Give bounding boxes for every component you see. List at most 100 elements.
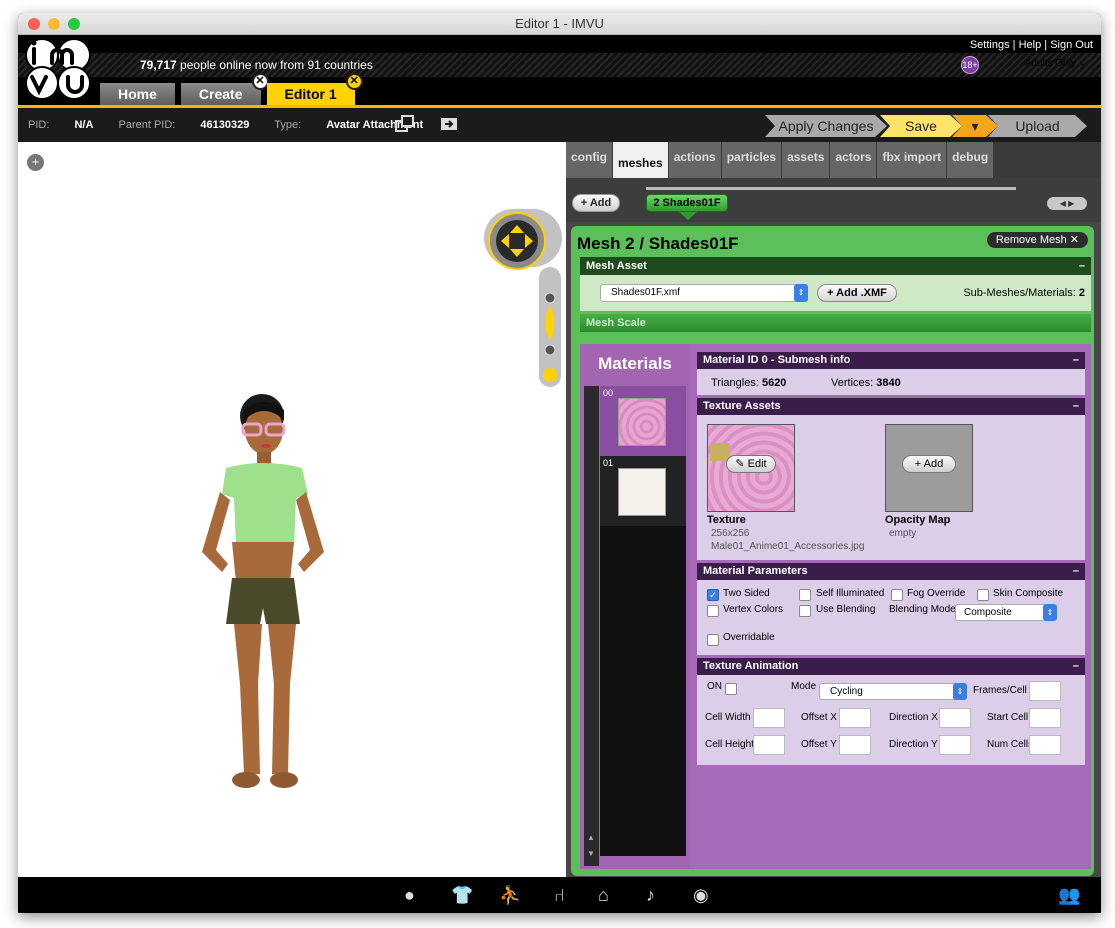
settings-link[interactable]: Settings bbox=[970, 39, 1010, 51]
editor-right-panel: config meshes actions particles assets a… bbox=[566, 142, 1101, 877]
materials-scrollbar[interactable]: ▲ ▼ bbox=[584, 386, 599, 866]
tab-config[interactable]: config bbox=[566, 142, 613, 178]
submeshes-count: Sub-Meshes/Materials: 2 bbox=[963, 287, 1085, 299]
avatar-viewport[interactable]: + bbox=[18, 142, 566, 877]
num-cells-input[interactable] bbox=[1029, 735, 1061, 755]
two-sided-checkbox[interactable]: ✓ bbox=[707, 589, 719, 601]
apply-changes-button[interactable]: Apply Changes bbox=[765, 115, 887, 137]
mesh-scrollbar[interactable] bbox=[646, 187, 1016, 190]
adults-only-dropdown[interactable]: 18+ Adults Only ⌄ bbox=[953, 56, 1093, 74]
mesh-title: Mesh 2 / Shades01F bbox=[577, 234, 739, 253]
cell-height-input[interactable] bbox=[753, 735, 785, 755]
collapse-icon[interactable]: – bbox=[1073, 352, 1079, 369]
chair-icon[interactable]: ⑁ bbox=[554, 886, 565, 904]
mesh-asset-header[interactable]: Mesh Asset – bbox=[580, 257, 1091, 275]
direction-y-input[interactable] bbox=[939, 735, 971, 755]
imvu-logo-icon[interactable] bbox=[22, 37, 96, 101]
materials-list: Materials ▲ ▼ 00 01 bbox=[580, 344, 690, 869]
overridable-checkbox[interactable] bbox=[707, 634, 719, 646]
zoom-plus-icon[interactable]: + bbox=[27, 154, 44, 171]
skin-composite-checkbox[interactable] bbox=[977, 589, 989, 601]
offset-y-input[interactable] bbox=[839, 735, 871, 755]
people-icon[interactable]: 👥 bbox=[1058, 886, 1080, 904]
scroll-down-icon[interactable]: ▼ bbox=[587, 849, 595, 858]
music-icon[interactable]: ♪ bbox=[646, 886, 655, 904]
camera-icon[interactable]: ◉ bbox=[693, 886, 709, 904]
help-link[interactable]: Help bbox=[1019, 39, 1042, 51]
mesh-scale-header[interactable]: Mesh Scale bbox=[580, 314, 1091, 332]
scroll-up-icon[interactable]: ▲ bbox=[587, 833, 595, 842]
collapse-icon[interactable]: – bbox=[1073, 658, 1079, 675]
cell-width-input[interactable] bbox=[753, 708, 785, 728]
chat-bubble-icon[interactable]: ● bbox=[404, 886, 415, 904]
parent-pid-value: 46130329 bbox=[200, 119, 250, 131]
submesh-info-body: Triangles: 5620 Vertices: 3840 bbox=[697, 369, 1085, 395]
tab-actors[interactable]: actors bbox=[830, 142, 878, 178]
self-illuminated-checkbox[interactable] bbox=[799, 589, 811, 601]
direction-x-input[interactable] bbox=[939, 708, 971, 728]
close-tab-editor-icon[interactable]: ✕ bbox=[345, 73, 363, 90]
add-mesh-button[interactable]: + Add bbox=[572, 194, 620, 212]
collapse-icon[interactable]: – bbox=[1079, 257, 1085, 275]
upload-button[interactable]: Upload bbox=[988, 115, 1087, 137]
offset-x-input[interactable] bbox=[839, 708, 871, 728]
pid-value: N/A bbox=[74, 119, 94, 131]
product-info: PID: N/A Parent PID: 46130329 Type: Avat… bbox=[28, 119, 424, 131]
tab-actions[interactable]: actions bbox=[668, 142, 722, 178]
frames-per-cell-input[interactable] bbox=[1029, 681, 1061, 701]
export-icon[interactable] bbox=[439, 115, 461, 133]
start-cell-input[interactable] bbox=[1029, 708, 1061, 728]
close-window-button[interactable] bbox=[28, 18, 40, 30]
maximize-window-button[interactable] bbox=[68, 18, 80, 30]
avatar-figure[interactable] bbox=[188, 382, 338, 822]
tab-debug[interactable]: debug bbox=[947, 142, 995, 178]
vertex-colors-checkbox[interactable] bbox=[707, 605, 719, 617]
home-icon[interactable]: ⌂ bbox=[598, 886, 609, 904]
texture-file: Male01_Anime01_Accessories.jpg bbox=[711, 541, 865, 552]
mesh-scroll-arrows-icon[interactable]: ◀ ▶ bbox=[1047, 197, 1087, 210]
fog-override-checkbox[interactable] bbox=[891, 589, 903, 601]
opacity-map-slot[interactable]: + Add bbox=[885, 424, 973, 512]
online-count: 79,717 bbox=[140, 58, 177, 72]
pose-icon[interactable]: ⛹ bbox=[499, 886, 521, 904]
chevron-updown-icon: ⇕ bbox=[1043, 604, 1057, 621]
mesh-file-select[interactable]: Shades01F.xmf ⇕ bbox=[600, 284, 808, 302]
editor-tabs: config meshes actions particles assets a… bbox=[566, 142, 1101, 178]
header-links: Settings | Help | Sign Out bbox=[969, 39, 1093, 51]
tab-editor[interactable]: Editor 1 ✕ bbox=[266, 73, 363, 105]
save-button[interactable]: Save bbox=[880, 115, 962, 137]
animation-on-checkbox[interactable] bbox=[725, 683, 737, 695]
window-title: Editor 1 - IMVU bbox=[515, 16, 604, 31]
material-slot-00[interactable]: 00 bbox=[600, 386, 686, 456]
submesh-info-header[interactable]: Material ID 0 - Submesh info – bbox=[697, 352, 1085, 369]
tab-meshes[interactable]: meshes bbox=[613, 142, 669, 178]
tab-assets[interactable]: assets bbox=[782, 142, 831, 178]
add-xmf-button[interactable]: + Add .XMF bbox=[817, 284, 897, 302]
material-parameters-header[interactable]: Material Parameters – bbox=[697, 563, 1085, 580]
blending-mode-select[interactable]: Composite ⇕ bbox=[955, 604, 1057, 621]
windows-icon[interactable] bbox=[394, 115, 416, 133]
main-tabs: Home Create ✕ Editor 1 ✕ bbox=[100, 73, 363, 105]
material-thumbnail bbox=[618, 398, 666, 446]
add-opacity-map-button[interactable]: + Add bbox=[902, 455, 956, 473]
collapse-icon[interactable]: – bbox=[1073, 563, 1079, 580]
material-slot-01[interactable]: 01 bbox=[600, 456, 686, 526]
minimize-window-button[interactable] bbox=[48, 18, 60, 30]
tab-home[interactable]: Home bbox=[100, 83, 175, 105]
sign-out-link[interactable]: Sign Out bbox=[1050, 39, 1093, 51]
texture-assets-header[interactable]: Texture Assets – bbox=[697, 398, 1085, 415]
animation-mode-select[interactable]: Cycling ⇕ bbox=[819, 683, 967, 700]
remove-mesh-button[interactable]: Remove Mesh ✕ bbox=[986, 232, 1088, 248]
chevron-updown-icon: ⇕ bbox=[794, 284, 808, 302]
use-blending-checkbox[interactable] bbox=[799, 605, 811, 617]
edit-texture-button[interactable]: ✎ Edit bbox=[726, 455, 776, 473]
shirt-icon[interactable]: 👕 bbox=[451, 886, 473, 904]
texture-animation-header[interactable]: Texture Animation – bbox=[697, 658, 1085, 675]
tab-particles[interactable]: particles bbox=[721, 142, 783, 178]
tab-fbx-import[interactable]: fbx import bbox=[877, 142, 948, 178]
camera-nav-widget[interactable] bbox=[484, 209, 562, 389]
mesh-tab-shades01f[interactable]: 2 Shades01F bbox=[646, 194, 728, 220]
tab-create[interactable]: Create ✕ bbox=[180, 73, 269, 105]
texture-slot[interactable]: ✎ Edit bbox=[707, 424, 795, 512]
collapse-icon[interactable]: – bbox=[1073, 398, 1079, 415]
